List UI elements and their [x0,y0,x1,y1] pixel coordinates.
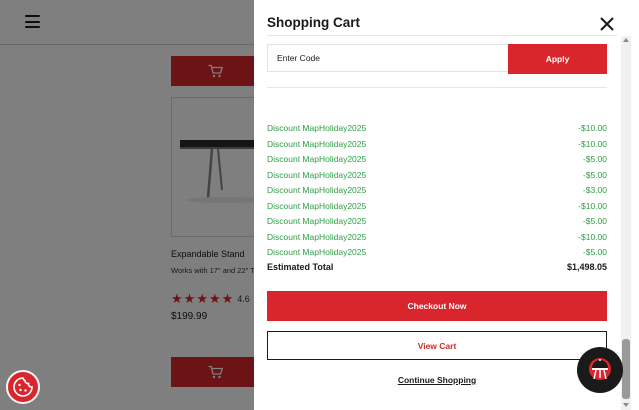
discount-label: Discount MapHoliday2025 [267,231,367,242]
cart-title: Shopping Cart [267,15,360,30]
chat-assistant-button[interactable] [577,347,623,393]
scroll-down-arrow-icon[interactable] [623,403,629,407]
continue-shopping-link[interactable]: Continue Shopping [267,375,607,385]
discount-row: Discount MapHoliday2025 -$5.00 [267,168,607,184]
estimated-total-row: Estimated Total $1,498.05 [267,262,607,272]
discount-label: Discount MapHoliday2025 [267,216,367,226]
discount-row: Discount MapHoliday2025 -$10.00 [267,230,607,246]
cookie-settings-button[interactable] [6,370,40,404]
estimated-total-value: $1,498.05 [566,262,607,272]
discount-label: Discount MapHoliday2025 [267,185,367,195]
discount-amount: -$5.00 [582,169,607,180]
discount-label: Discount MapHoliday2025 [267,200,367,211]
discount-amount: -$10.00 [578,123,607,133]
divider [267,35,617,36]
grill-chat-icon [589,358,611,380]
discount-amount: -$5.00 [582,154,607,164]
promo-code-input[interactable] [267,44,509,72]
discount-label: Discount MapHoliday2025 [267,169,367,180]
divider [267,87,607,88]
cookie-icon [13,377,33,397]
discount-amount: -$10.00 [578,138,607,149]
apply-code-button[interactable]: Apply [508,44,607,74]
discount-label: Discount MapHoliday2025 [267,138,367,149]
estimated-total-label: Estimated Total [267,262,334,272]
checkout-now-button[interactable]: Checkout Now [267,291,607,321]
discount-list: Discount MapHoliday2025 -$10.00 Discount … [267,121,607,261]
scroll-up-arrow-icon[interactable] [623,38,629,42]
discount-label: Discount MapHoliday2025 [267,247,367,257]
close-icon[interactable] [599,16,615,32]
discount-row: Discount MapHoliday2025 -$10.00 [267,121,607,137]
discount-row: Discount MapHoliday2025 -$5.00 [267,152,607,168]
discount-amount: -$10.00 [578,231,607,242]
view-cart-button[interactable]: View Cart [267,331,607,360]
discount-row: Discount MapHoliday2025 -$10.00 [267,199,607,215]
scrollbar-thumb[interactable] [622,339,630,399]
discount-amount: -$5.00 [582,216,607,226]
drawer-scrollbar[interactable] [621,36,631,410]
discount-amount: -$3.00 [582,185,607,195]
discount-row: Discount MapHoliday2025 -$3.00 [267,183,607,199]
discount-amount: -$5.00 [582,247,607,257]
discount-row: Discount MapHoliday2025 -$5.00 [267,245,607,261]
shopping-cart-drawer: Shopping Cart Apply Discount MapHoliday2… [254,0,639,410]
discount-label: Discount MapHoliday2025 [267,123,367,133]
discount-label: Discount MapHoliday2025 [267,154,367,164]
discount-row: Discount MapHoliday2025 -$5.00 [267,214,607,230]
discount-row: Discount MapHoliday2025 -$10.00 [267,137,607,153]
discount-amount: -$10.00 [578,200,607,211]
